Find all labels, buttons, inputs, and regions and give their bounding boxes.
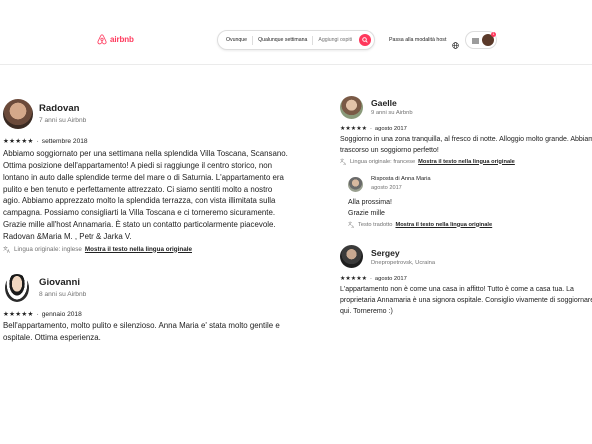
reviewer-avatar[interactable] <box>340 245 363 268</box>
show-original-link[interactable]: Mostra il testo nella lingua originale <box>85 246 192 253</box>
review-line: proprietaria Annamaria è una signora osp… <box>340 296 592 304</box>
review-line: Radovan &Maria M. , Petr & Jarka V. <box>3 232 132 242</box>
airbnb-logo[interactable]: airbnb <box>97 34 134 45</box>
review-line: qui. Torneremo :) <box>340 307 393 315</box>
reply-line: Alla prossima! <box>348 199 392 206</box>
review-line: campagna. Possiamo consigliarti la Villa… <box>3 208 276 218</box>
review-text: Abbiamo soggiornato per una settimana ne… <box>3 148 288 243</box>
svg-text:A: A <box>352 225 355 228</box>
show-original-link[interactable]: Mostra il testo nella lingua originale <box>395 222 492 228</box>
host-reply-title: Risposta di Anna Maria <box>371 176 431 182</box>
translate-icon: 文 A <box>340 158 347 165</box>
review-line: lontano in auto dalle splendide terme de… <box>3 172 284 182</box>
user-menu-button[interactable]: 1 <box>465 31 497 49</box>
review-line: Soggiorno in una zona tranquilla, al fre… <box>340 136 592 143</box>
search-where[interactable]: Ovunque <box>218 37 252 43</box>
translation-note: 文 A Lingua originale: francese Mostra il… <box>340 158 515 165</box>
search-icon <box>362 37 368 43</box>
notification-badge: 1 <box>491 32 496 37</box>
review-meta: ★★★★★ · settembre 2018 <box>3 137 88 146</box>
header-divider <box>0 64 592 65</box>
review-line: agio. Abbiamo apprezzato molto la splend… <box>3 196 276 206</box>
star-rating: ★★★★★ <box>340 126 367 132</box>
reply-line: Grazie mille <box>348 209 385 217</box>
reviewer-name: Radovan <box>39 103 80 114</box>
menu-icon <box>472 38 479 44</box>
review-date: agosto 2017 <box>374 276 407 282</box>
reviewer-name: Gaelle <box>371 98 397 108</box>
separator-dot: · <box>36 310 39 318</box>
review-line: L'appartamento non è come una casa in af… <box>340 286 574 293</box>
review-date: agosto 2017 <box>374 126 407 132</box>
search-guests[interactable]: Aggiungi ospiti <box>313 37 357 43</box>
separator-dot: · <box>36 137 39 145</box>
top-navbar: airbnb Ovunque Qualunque settimana Aggiu… <box>0 0 592 64</box>
svg-text:A: A <box>7 249 10 253</box>
search-when[interactable]: Qualunque settimana <box>253 37 312 43</box>
review-line: Ottima posizione dell'appartamento! A pi… <box>3 160 273 170</box>
host-reply-text: Alla prossima! Grazie mille <box>348 198 392 220</box>
translate-icon: 文 A <box>3 245 10 253</box>
reviewer-member-since: 9 anni su Airbnb <box>371 110 413 116</box>
reviewer-member-since: 8 anni su Airbnb <box>39 291 87 298</box>
host-mode-link[interactable]: Passa alla modalità host <box>389 37 446 43</box>
review-text: L'appartamento non è come una casa in af… <box>340 285 592 318</box>
review-meta: ★★★★★ · agosto 2017 <box>340 276 407 282</box>
review-line: Grazie mille all'host Annamaria. È stato… <box>3 220 276 230</box>
translate-icon: 文 A <box>348 221 355 228</box>
svg-text:A: A <box>344 162 347 165</box>
search-bar[interactable]: Ovunque Qualunque settimana Aggiungi osp… <box>217 30 375 50</box>
search-button[interactable] <box>359 34 371 46</box>
review-date: settembre 2018 <box>41 137 88 145</box>
review-line: Bell'appartamento, molto pulito e silenz… <box>3 321 280 330</box>
host-avatar[interactable] <box>348 177 363 192</box>
review-line: pulito e ben tenuto e perfettamente attr… <box>3 184 273 194</box>
airbnb-logo-icon <box>97 34 107 45</box>
reviewer-avatar[interactable] <box>340 96 363 119</box>
reviewer-name: Sergey <box>371 248 400 258</box>
reviewer-member-since: 7 anni su Airbnb <box>39 117 87 124</box>
translation-label: Testo tradotto <box>358 221 393 228</box>
review-date: gennaio 2018 <box>41 310 82 318</box>
review-text: Soggiorno in una zona tranquilla, al fre… <box>340 135 592 157</box>
translation-note: 文 A Testo tradotto Mostra il testo nella… <box>348 221 492 228</box>
brand-name: airbnb <box>110 35 134 44</box>
review-meta: ★★★★★ · agosto 2017 <box>340 126 407 132</box>
language-button[interactable] <box>452 36 459 54</box>
review-line: trascorso un soggiorno perfetto! <box>340 146 439 154</box>
star-rating: ★★★★★ <box>340 276 367 282</box>
show-original-link[interactable]: Mostra il testo nella lingua originale <box>418 159 515 165</box>
review-line: ospitale. Ottima esperienza. <box>3 332 101 342</box>
review-line: Abbiamo soggiornato per una settimana ne… <box>3 149 288 158</box>
reviewer-location: Dnepropetrovsk, Ucraina <box>371 260 436 266</box>
translation-label: Lingua originale: inglese <box>14 245 82 253</box>
star-rating: ★★★★★ <box>3 138 34 145</box>
separator-dot: · <box>369 126 372 132</box>
reviewer-avatar[interactable] <box>3 99 33 129</box>
translation-note: 文 A Lingua originale: inglese Mostra il … <box>3 245 192 253</box>
reviewer-avatar[interactable] <box>5 274 29 302</box>
star-rating: ★★★★★ <box>3 311 34 318</box>
translation-label: Lingua originale: francese <box>350 158 416 165</box>
separator-dot: · <box>369 276 372 282</box>
globe-icon <box>452 42 459 49</box>
reviewer-name: Giovanni <box>39 277 81 288</box>
review-text: Bell'appartamento, molto pulito e silenz… <box>3 320 280 344</box>
review-meta: ★★★★★ · gennaio 2018 <box>3 310 82 319</box>
host-reply-date: agosto 2017 <box>371 185 402 191</box>
